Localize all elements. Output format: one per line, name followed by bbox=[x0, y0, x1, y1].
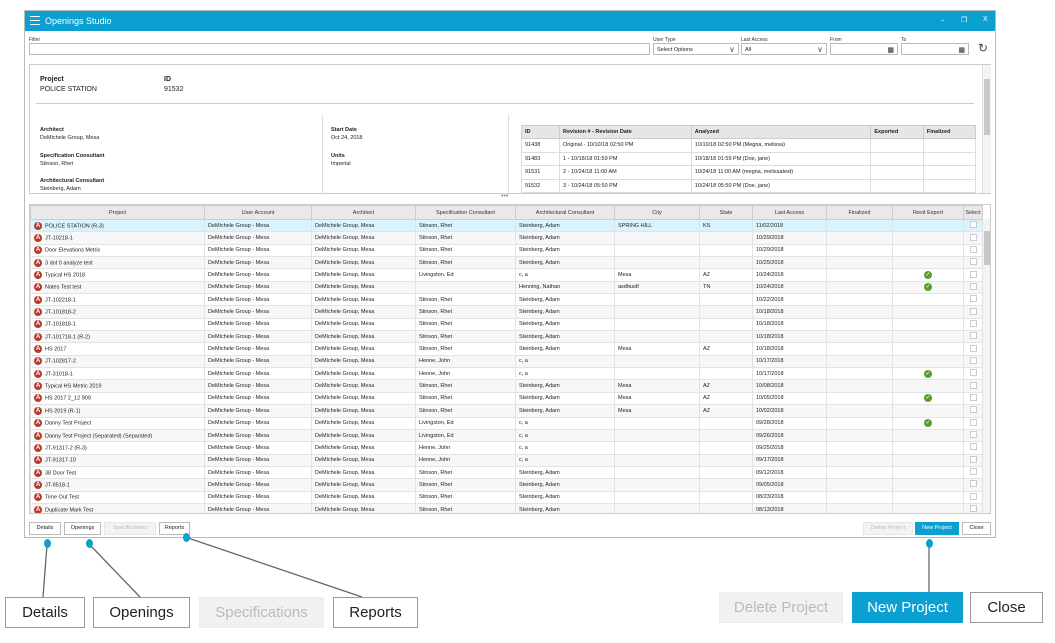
callout-dot bbox=[44, 539, 51, 548]
details-callout-button[interactable]: Details bbox=[5, 597, 85, 628]
specifications-callout-button[interactable]: Specifications bbox=[199, 597, 324, 628]
callout-dot bbox=[183, 533, 190, 542]
close-callout-button[interactable]: Close bbox=[970, 592, 1043, 623]
delete-project-callout-button[interactable]: Delete Project bbox=[719, 592, 843, 623]
callout-dot bbox=[926, 539, 933, 548]
callout-dot bbox=[86, 539, 93, 548]
new-project-callout-button[interactable]: New Project bbox=[852, 592, 963, 623]
openings-callout-button[interactable]: Openings bbox=[93, 597, 190, 628]
callout-lines bbox=[42, 537, 930, 598]
reports-callout-button[interactable]: Reports bbox=[333, 597, 418, 628]
